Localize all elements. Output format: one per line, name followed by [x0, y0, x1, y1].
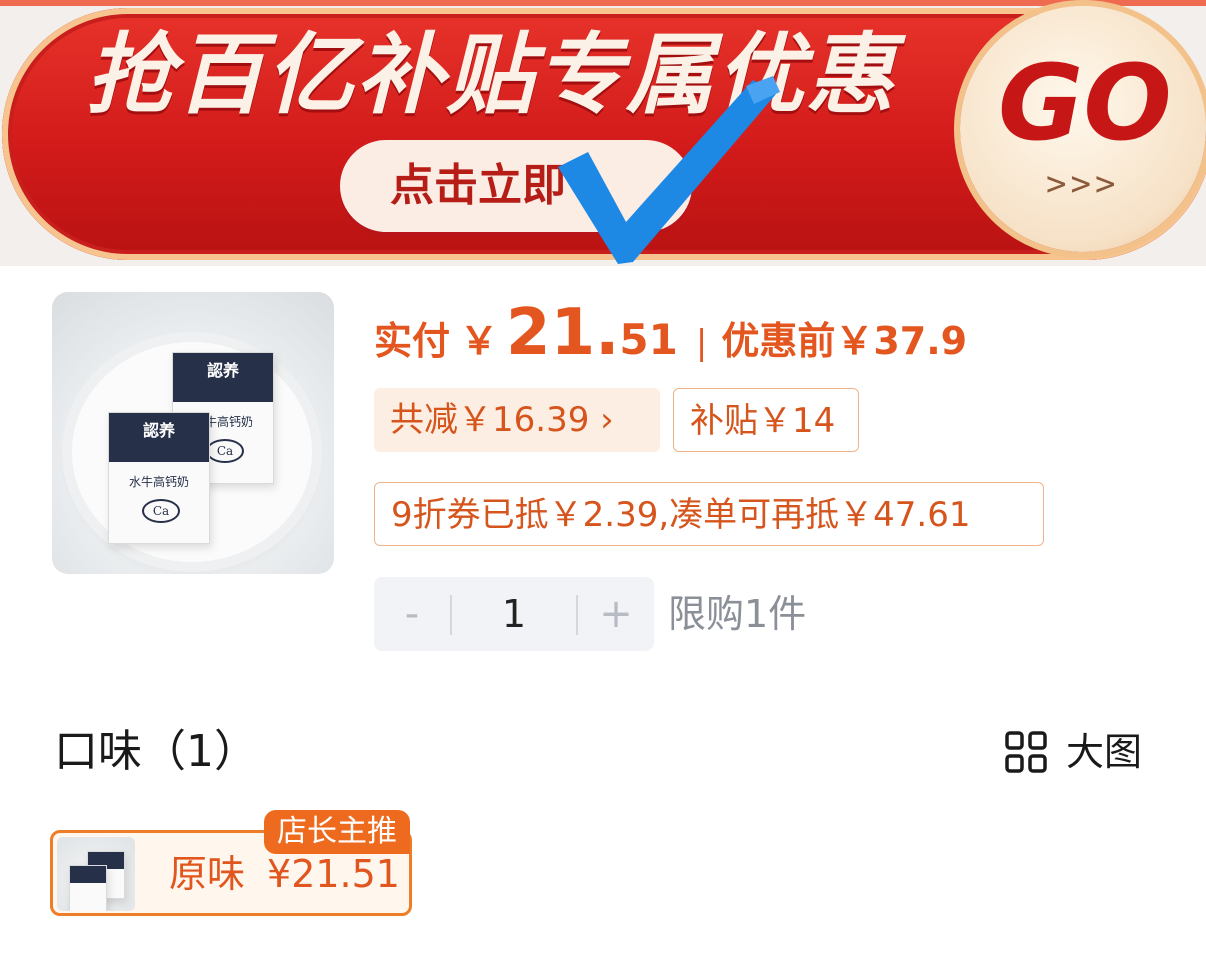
- price-before-label: 优惠前: [721, 319, 836, 363]
- price-decimal: 51: [619, 315, 678, 364]
- banner-top-line: [0, 0, 1206, 6]
- product-image[interactable]: 認养 水牛高钙奶 Ca 認养 水牛高钙奶 Ca: [52, 292, 334, 574]
- price-before-value: ￥37.9: [835, 319, 968, 363]
- go-label: GO: [998, 42, 1172, 164]
- promo-banner[interactable]: 抢百亿补贴专属优惠 点击立即 GO >>>: [0, 0, 1206, 266]
- big-view-label: 大图: [1066, 730, 1143, 774]
- go-arrows: >>>: [1046, 164, 1120, 204]
- checkmark-icon: [558, 76, 780, 264]
- paid-label: 实付: [374, 319, 451, 363]
- decrease-button[interactable]: -: [374, 577, 450, 651]
- flavor-option-thumbnail: [57, 837, 135, 911]
- currency-symbol: ￥: [460, 319, 499, 363]
- price-separator: |: [695, 323, 708, 363]
- flavor-option-name: 原味: [169, 852, 246, 896]
- price-integer: 21.: [506, 296, 620, 370]
- flavor-section-title: 口味（1）: [54, 726, 258, 777]
- flavor-option-price: ¥21.51: [267, 852, 400, 896]
- banner-title: 抢百亿补贴专属优惠: [86, 23, 897, 126]
- claim-now-label: 点击立即: [390, 160, 566, 211]
- total-reduction-tag[interactable]: 共减￥16.39 ›: [374, 388, 660, 452]
- quantity-stepper: - 1 +: [374, 577, 654, 651]
- owner-recommend-badge: 店长主推: [264, 810, 410, 854]
- quantity-input[interactable]: 1: [452, 577, 576, 651]
- increase-button[interactable]: +: [578, 577, 654, 651]
- grid-view-icon: [1005, 731, 1047, 773]
- coupon-tag: 9折券已抵￥2.39,凑单可再抵￥47.61: [374, 482, 1044, 546]
- subsidy-tag: 补贴￥14: [673, 388, 859, 452]
- go-button[interactable]: GO >>>: [960, 6, 1206, 252]
- price-row: 实付 ￥ 21.51 | 优惠前￥37.9: [374, 296, 967, 376]
- milk-carton-front: 認养 水牛高钙奶 Ca: [108, 412, 210, 544]
- purchase-limit: 限购1件: [668, 592, 807, 636]
